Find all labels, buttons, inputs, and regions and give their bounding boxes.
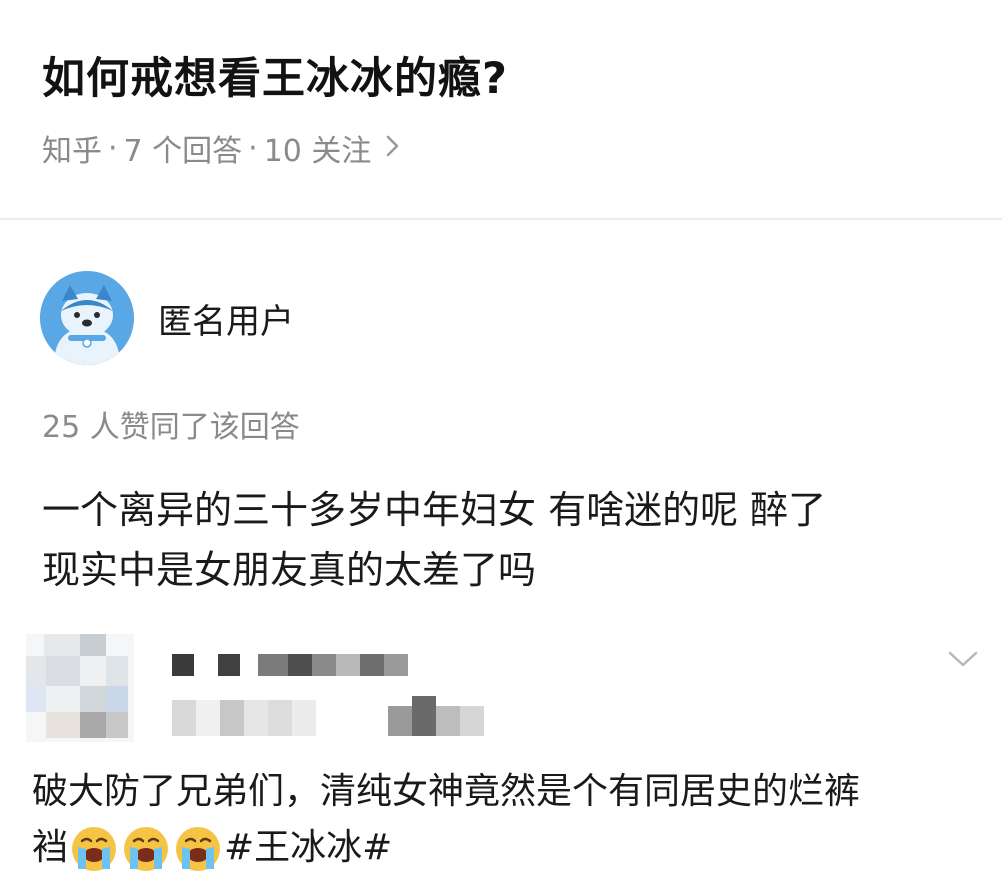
anonymous-avatar-icon[interactable] [40, 271, 134, 365]
post-line: 裆 #王冰冰# [32, 820, 982, 876]
question-meta[interactable]: 知乎 · 7 个回答 · 10 关注 [42, 126, 401, 170]
answer-line: 现实中是女朋友真的太差了吗 [42, 548, 537, 592]
question-title[interactable]: 如何戒想看王冰冰的瘾? [42, 44, 508, 106]
embedded-post-text: 破大防了兄弟们，清纯女神竟然是个有同居史的烂裤 裆 #王冰冰# [32, 764, 982, 876]
crying-face-icon [176, 827, 221, 871]
answer-line: 一个离异的三十多岁中年妇女 有啥迷的呢 醉了 [42, 488, 827, 532]
source-label: 知乎 [42, 134, 102, 169]
question-header: 如何戒想看王冰冰的瘾? 知乎 · 7 个回答 · 10 关注 [0, 0, 1002, 218]
pixelated-username [172, 654, 412, 678]
vote-count: 25 人赞同了该回答 [42, 410, 300, 445]
author-name[interactable]: 匿名用户 [158, 294, 294, 343]
follow-count: 10 关注 [263, 134, 372, 169]
answer-count: 7 个回答 [123, 134, 243, 169]
crying-face-icon [72, 827, 117, 871]
answer-body: 一个离异的三十多岁中年妇女 有啥迷的呢 醉了 现实中是女朋友真的太差了吗 [42, 480, 972, 600]
chevron-right-icon[interactable] [385, 132, 401, 165]
section-divider [0, 218, 1002, 220]
meta-separator: · [248, 130, 258, 166]
chevron-down-icon[interactable] [946, 642, 980, 676]
pixelated-avatar [26, 634, 134, 742]
pixelated-post-meta [172, 696, 502, 740]
hashtag-link[interactable]: #王冰冰# [224, 827, 392, 868]
answer-author[interactable]: 匿名用户 [40, 270, 294, 366]
meta-separator: · [108, 130, 118, 166]
crying-face-icon [124, 827, 169, 871]
post-line: 破大防了兄弟们，清纯女神竟然是个有同居史的烂裤 [32, 771, 861, 812]
post-line-prefix: 裆 [32, 827, 69, 868]
